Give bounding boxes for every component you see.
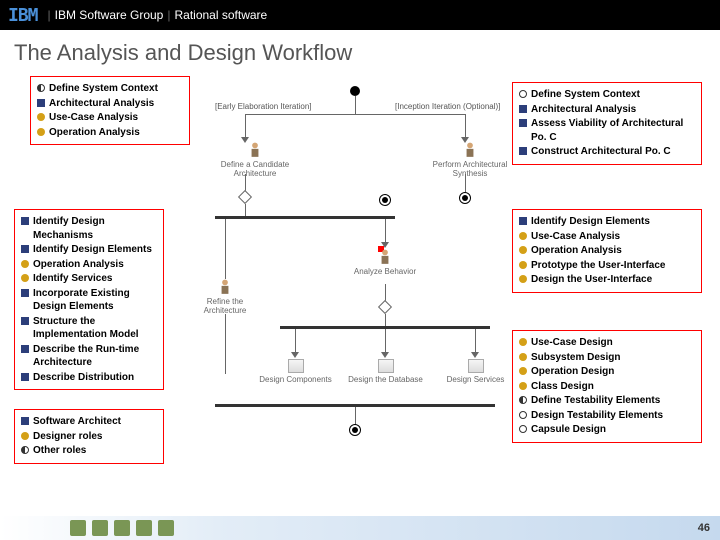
end-node-synthesis bbox=[459, 192, 471, 204]
box-top-right: Define System Context Architectural Anal… bbox=[512, 82, 702, 165]
box-mid-right: Identify Design Elements Use-Case Analys… bbox=[512, 209, 702, 293]
node-perform-synthesis: Perform Architectural Synthesis bbox=[425, 142, 515, 178]
node-design-services: Design Services bbox=[438, 359, 513, 384]
box-bottom-left: Software Architect Designer roles Other … bbox=[14, 409, 164, 464]
footer-icon[interactable] bbox=[136, 520, 152, 536]
node-design-components: Design Components bbox=[258, 359, 333, 384]
node-refine-arch: Refine the Architecture bbox=[185, 279, 265, 315]
header-product: Rational software bbox=[174, 8, 267, 22]
footer-nav-icons bbox=[70, 520, 174, 536]
box-top-left: Define System Context Architectural Anal… bbox=[30, 76, 190, 145]
end-node-bottom bbox=[349, 424, 361, 436]
node-analyze-behavior: Analyze Behavior bbox=[345, 249, 425, 276]
header-bar: IBM | IBM Software Group | Rational soft… bbox=[0, 0, 720, 30]
header-divider: | bbox=[48, 8, 51, 22]
page-number: 46 bbox=[698, 522, 710, 534]
header-divider: | bbox=[167, 8, 170, 22]
footer-icon[interactable] bbox=[92, 520, 108, 536]
node-define-candidate: Define a Candidate Architecture bbox=[215, 142, 295, 178]
workflow-diagram: [Early Elaboration Iteration] [Inception… bbox=[200, 74, 520, 474]
content-area: Define System Context Architectural Anal… bbox=[0, 74, 720, 529]
footer-icon[interactable] bbox=[158, 520, 174, 536]
box-mid-left: Identify Design Mechanisms Identify Desi… bbox=[14, 209, 164, 390]
footer-bar: 46 bbox=[0, 516, 720, 540]
box-lower-right: Use-Case Design Subsystem Design Operati… bbox=[512, 330, 702, 443]
page-title: The Analysis and Design Workflow bbox=[0, 30, 720, 74]
header-group: IBM Software Group bbox=[55, 8, 164, 22]
footer-icon[interactable] bbox=[114, 520, 130, 536]
end-node-top bbox=[379, 194, 391, 206]
node-design-database: Design the Database bbox=[348, 359, 423, 384]
ibm-logo: IBM bbox=[8, 5, 38, 26]
footer-icon[interactable] bbox=[70, 520, 86, 536]
start-node bbox=[350, 86, 360, 96]
